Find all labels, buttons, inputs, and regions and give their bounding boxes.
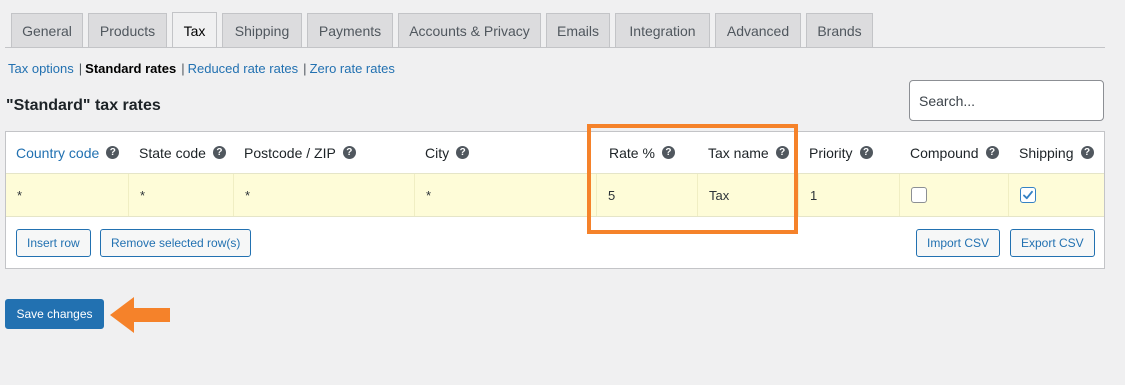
settings-tabs: General Products Tax Shipping Payments A…: [11, 12, 878, 48]
tab-advanced[interactable]: Advanced: [715, 13, 801, 48]
tab-products[interactable]: Products: [88, 13, 167, 48]
column-priority: Priority ?: [799, 132, 900, 173]
table-footer: Insert row Remove selected row(s) Import…: [6, 229, 1104, 259]
table-header: Country code ? State code ? Postcode / Z…: [6, 132, 1104, 173]
subnav-reduced-rate-rates[interactable]: Reduced rate rates: [188, 61, 299, 76]
cell-state-code[interactable]: *: [129, 174, 234, 216]
tax-subnav: Tax options | Standard rates | Reduced r…: [8, 61, 395, 76]
tab-divider: [5, 47, 1105, 48]
cell-shipping: [1009, 174, 1104, 216]
column-label: Compound: [910, 144, 979, 161]
column-postcode: Postcode / ZIP ?: [234, 132, 415, 173]
help-icon[interactable]: ?: [456, 146, 470, 159]
checkmark-icon: [1023, 190, 1033, 200]
column-compound: Compound ?: [900, 132, 1009, 173]
help-icon[interactable]: ?: [212, 146, 226, 159]
cell-priority[interactable]: 1: [799, 174, 900, 216]
arrow-left-icon: [110, 297, 170, 333]
insert-row-button[interactable]: Insert row: [16, 229, 91, 257]
cell-city[interactable]: *: [415, 174, 597, 216]
import-csv-button[interactable]: Import CSV: [916, 229, 1001, 257]
subnav-separator: |: [78, 61, 83, 76]
tab-integration[interactable]: Integration: [615, 13, 710, 48]
save-changes-button[interactable]: Save changes: [5, 299, 104, 329]
column-label: Postcode / ZIP: [244, 144, 336, 161]
tab-shipping[interactable]: Shipping: [222, 13, 302, 48]
tab-tax[interactable]: Tax: [172, 12, 217, 48]
cell-compound: [900, 174, 1009, 216]
remove-selected-rows-button[interactable]: Remove selected row(s): [100, 229, 252, 257]
subnav-standard-rates[interactable]: Standard rates: [85, 61, 176, 76]
tab-emails[interactable]: Emails: [546, 13, 610, 48]
column-label: Shipping: [1019, 144, 1074, 161]
help-icon[interactable]: ?: [106, 146, 120, 159]
search-input[interactable]: [909, 80, 1104, 121]
page-title: "Standard" tax rates: [6, 97, 161, 114]
help-icon[interactable]: ?: [859, 146, 873, 159]
cell-postcode[interactable]: *: [234, 174, 415, 216]
help-icon[interactable]: ?: [342, 146, 356, 159]
cell-country-code[interactable]: *: [6, 174, 129, 216]
tab-general[interactable]: General: [11, 13, 83, 48]
column-label: State code: [139, 144, 206, 161]
shipping-checkbox[interactable]: [1020, 187, 1036, 203]
help-icon[interactable]: ?: [1080, 146, 1094, 159]
column-country-code[interactable]: Country code ?: [6, 132, 129, 173]
subnav-tax-options[interactable]: Tax options: [8, 61, 74, 76]
help-icon[interactable]: ?: [985, 146, 999, 159]
compound-checkbox[interactable]: [911, 187, 927, 203]
column-label: Priority: [809, 144, 853, 161]
table-row[interactable]: * * * * 5 Tax 1: [6, 173, 1104, 217]
export-csv-button[interactable]: Export CSV: [1010, 229, 1095, 257]
tab-payments[interactable]: Payments: [307, 13, 393, 48]
subnav-separator: |: [303, 61, 307, 76]
subnav-separator: |: [181, 61, 185, 76]
tab-brands[interactable]: Brands: [806, 13, 873, 48]
subnav-zero-rate-rates[interactable]: Zero rate rates: [310, 61, 395, 76]
tab-accounts-privacy[interactable]: Accounts & Privacy: [398, 13, 541, 48]
tax-rates-table: Country code ? State code ? Postcode / Z…: [5, 131, 1105, 269]
column-label: City: [425, 144, 450, 161]
column-shipping: Shipping ?: [1009, 132, 1104, 173]
highlight-box: [587, 124, 798, 234]
column-city: City ?: [415, 132, 597, 173]
column-state-code: State code ?: [129, 132, 234, 173]
column-label: Country code: [16, 144, 100, 161]
